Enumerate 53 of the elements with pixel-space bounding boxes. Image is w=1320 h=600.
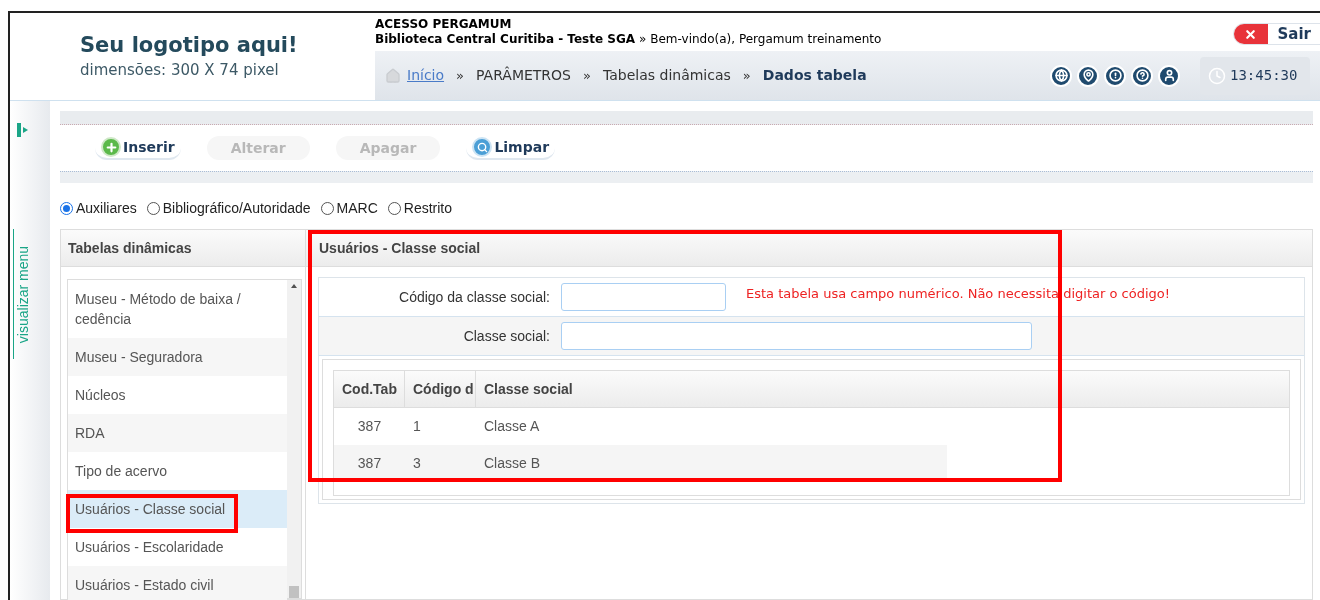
person-icon[interactable] (1158, 64, 1180, 87)
pin-icon[interactable] (1077, 64, 1099, 87)
table-type-radio[interactable]: MARC (320, 197, 378, 219)
welcome-text: » Bem-vindo(a), Pergamum treinamento (639, 32, 882, 47)
exit-button[interactable]: Sair (1232, 23, 1320, 45)
breadcrumb-current: Dados tabela (762, 66, 867, 85)
table-type-radio[interactable]: Restrito (387, 197, 453, 219)
table-list-item[interactable]: Museu - Seguradora (68, 338, 287, 376)
table-list-item[interactable]: Usuários - Estado civil (68, 566, 287, 600)
breadcrumb-separator: » (583, 66, 591, 85)
scrollbar[interactable] (287, 280, 301, 598)
table-cell-text: 387 (356, 417, 383, 436)
toolbar-button[interactable]: Limpar (466, 136, 556, 160)
home-link[interactable]: Início (407, 65, 445, 86)
logo-title: Seu logotipo aqui! (80, 32, 299, 59)
close-icon (1244, 27, 1258, 41)
system-title: ACESSO PERGAMUM (375, 17, 513, 32)
home-icon (385, 67, 401, 84)
info-message: Esta tabela usa campo numérico. Não necessita digitar o código! (746, 285, 1170, 303)
breadcrumb-separator: » (742, 66, 751, 85)
column-header: Código d (405, 371, 476, 407)
table-cell-text: 3 (412, 454, 422, 473)
table-list-item[interactable]: Usuários - Classe social (68, 490, 287, 528)
table-list-item[interactable]: RDA (68, 414, 287, 452)
magnifier-icon (472, 137, 493, 157)
question-icon[interactable] (1131, 64, 1153, 87)
clock-time: 13:45:30 (1230, 66, 1298, 85)
text-field[interactable] (561, 283, 726, 311)
table-type-radio[interactable]: Bibliográfico/Autoridade (146, 197, 311, 219)
scrollbar-thumb[interactable] (289, 586, 299, 598)
table-cell-text: 1 (412, 417, 422, 436)
text-field[interactable] (561, 322, 1032, 350)
table-type-radio[interactable]: Auxiliares (60, 197, 137, 219)
table-cell-text: Classe B (483, 454, 542, 473)
table-cell-text: Classe A (483, 417, 541, 436)
expand-icon[interactable] (17, 123, 29, 137)
globe-icon[interactable] (1050, 64, 1072, 87)
breadcrumb-item: PARÂMETROS (476, 65, 571, 85)
column-header: Cod.Tab (334, 371, 405, 407)
clock-icon (1208, 66, 1226, 85)
alert-icon[interactable] (1104, 64, 1126, 87)
column-header: Classe social (483, 379, 574, 399)
breadcrumb-item: Tabelas dinâmicas (602, 66, 731, 85)
plus-icon (101, 137, 121, 157)
toolbar-button[interactable]: Inserir (95, 136, 181, 160)
panel-header: Tabelas dinâmicas (61, 230, 305, 267)
panel-header: Usuários - Classe social (306, 230, 1312, 267)
library-name: Biblioteca Central Curitiba - Teste SGA (375, 32, 636, 47)
field-label: Classe social: (462, 326, 551, 346)
logo-subtitle: dimensões: 300 X 74 pixel (80, 60, 280, 81)
field-label: Código da classe social: (398, 287, 551, 307)
breadcrumb-separator: » (456, 66, 464, 85)
table-cell-text: 387 (356, 454, 383, 473)
